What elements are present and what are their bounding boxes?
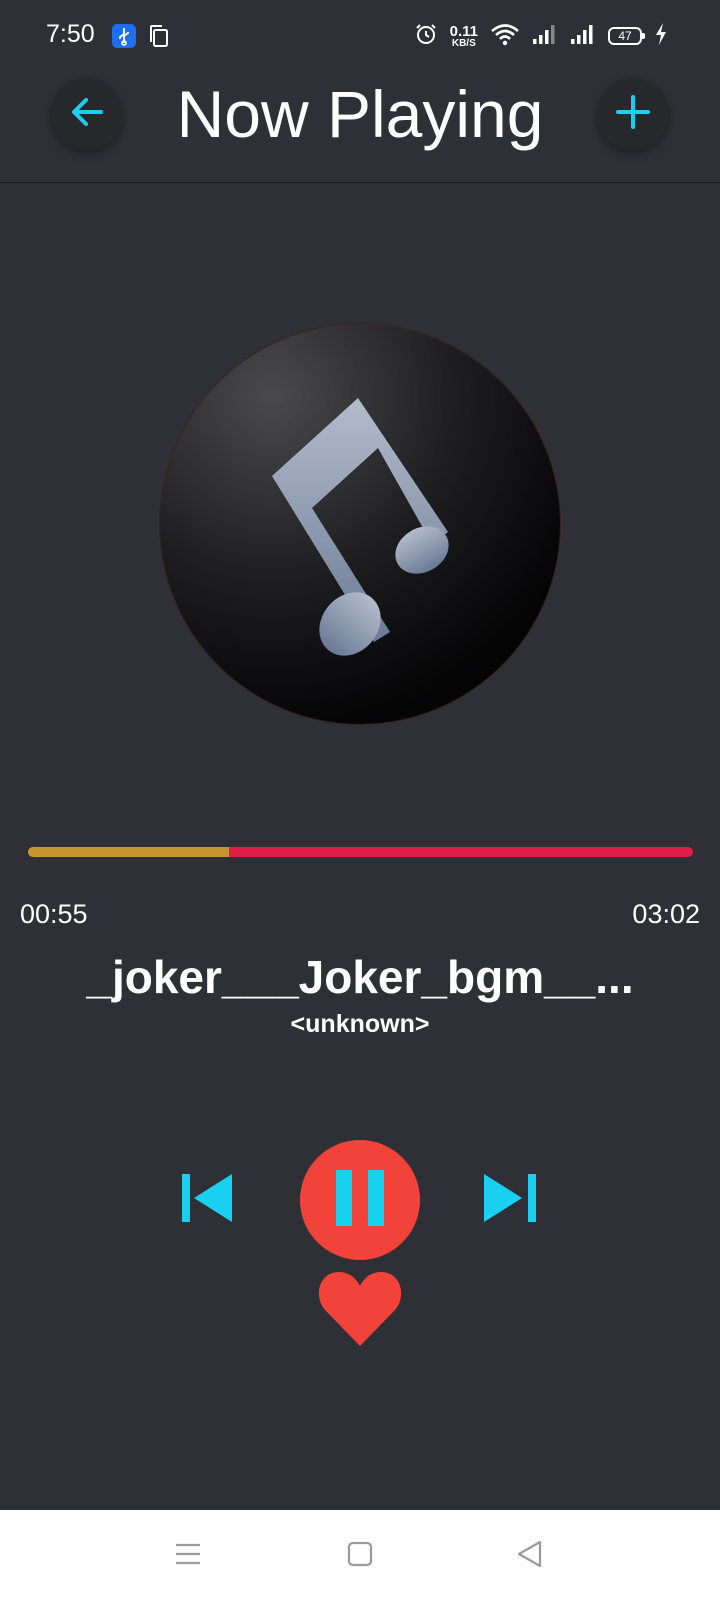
skip-next-icon	[480, 1170, 540, 1231]
alarm-icon	[414, 22, 438, 51]
seek-bar[interactable]	[28, 847, 693, 857]
plus-icon	[613, 92, 653, 137]
status-icons: 0.11 KB/S 47	[414, 20, 668, 52]
back-button[interactable]	[51, 78, 123, 150]
net-speed-unit: KB/S	[451, 37, 476, 49]
home-button[interactable]	[338, 1534, 382, 1578]
system-back-button[interactable]	[508, 1534, 552, 1578]
battery-level: 47	[618, 29, 632, 43]
favorite-button[interactable]	[315, 1268, 405, 1352]
charging-icon	[654, 22, 668, 51]
previous-track-button[interactable]	[180, 1172, 240, 1228]
now-playing-screen: 7:50 0.11 KB/S 47 Now Playing 00:55 03:0…	[0, 0, 720, 1600]
total-duration: 03:02	[632, 899, 700, 929]
track-title: _joker___Joker_bgm__...	[86, 951, 634, 1003]
pause-icon	[332, 1168, 388, 1233]
arrow-left-icon	[67, 92, 107, 137]
signal-icon	[532, 23, 558, 50]
music-note-icon	[272, 398, 449, 656]
status-bar: 7:50 0.11 KB/S 47	[0, 0, 720, 72]
back-icon	[515, 1539, 545, 1574]
net-speed: 0.11 KB/S	[450, 24, 478, 49]
system-nav-bar	[0, 1510, 720, 1600]
home-icon	[345, 1539, 375, 1574]
menu-icon	[173, 1539, 203, 1574]
net-speed-value: 0.11	[449, 22, 478, 40]
battery-icon: 47	[608, 27, 645, 45]
play-pause-button[interactable]	[300, 1140, 420, 1260]
copy-icon	[148, 24, 170, 48]
next-track-button[interactable]	[480, 1172, 540, 1228]
status-time: 7:50	[46, 20, 95, 48]
skip-previous-icon	[180, 1170, 240, 1231]
usb-icon	[112, 24, 136, 48]
page-title: Now Playing	[176, 77, 544, 151]
wifi-icon	[490, 22, 520, 51]
seek-bar-progress	[28, 847, 229, 857]
track-artist: <unknown>	[290, 1010, 430, 1038]
top-app-bar: Now Playing	[0, 72, 720, 183]
album-art	[160, 324, 560, 724]
elapsed-time: 00:55	[20, 899, 88, 929]
add-button[interactable]	[597, 78, 669, 150]
heart-icon	[315, 1266, 405, 1355]
signal-icon	[570, 23, 596, 50]
recents-button[interactable]	[166, 1534, 210, 1578]
